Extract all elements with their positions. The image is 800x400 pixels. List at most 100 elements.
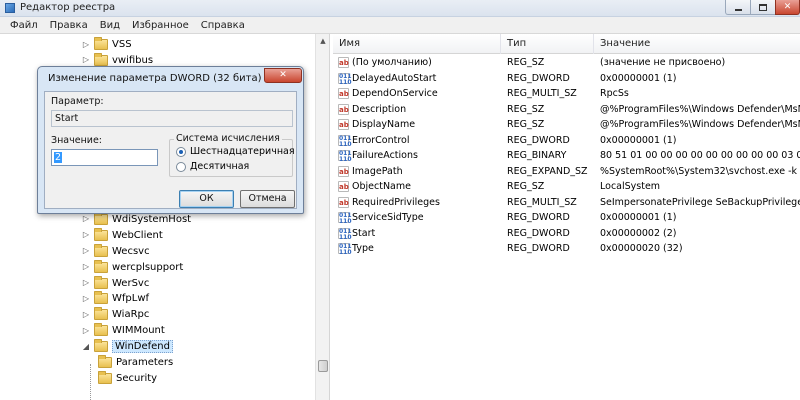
- list-row[interactable]: 011 110 ErrorControl REG_DWORD 0x00000001 (…: [333, 134, 800, 149]
- tree-item[interactable]: ▷ WfpLwf: [82, 291, 149, 306]
- minimize-button[interactable]: [725, 0, 751, 15]
- tree-item-label: WIMMount: [112, 325, 165, 337]
- tree-item[interactable]: ▷ wercplsupport: [82, 259, 184, 275]
- value-name-text: DependOnService: [352, 88, 438, 99]
- radio-hex-label: Шестнадцатеричная: [190, 146, 295, 157]
- menu-view[interactable]: Вид: [94, 20, 126, 31]
- value-name-cell: ab ObjectName: [338, 181, 503, 192]
- binary-value-icon: 011 110: [338, 150, 352, 161]
- value-name-cell: 011 110 ServiceSidType: [338, 212, 503, 223]
- column-header-type[interactable]: Тип: [501, 34, 594, 54]
- ok-button[interactable]: ОК: [179, 190, 234, 208]
- scrollbar-thumb[interactable]: [318, 360, 328, 372]
- value-data-cell: %SystemRoot%\System32\svchost.exe -k sec…: [600, 165, 800, 177]
- tree-item[interactable]: ▷ WIMMount: [82, 323, 165, 338]
- value-name-text: FailureActions: [352, 150, 418, 161]
- value-data-cell: 0x00000001 (1): [600, 134, 677, 146]
- list-row[interactable]: 011 110 FailureActions REG_BINARY 80 51 01 …: [333, 149, 800, 164]
- tree-item-label: Parameters: [116, 357, 174, 368]
- expand-arrow-icon[interactable]: ▷: [82, 215, 90, 223]
- tree-item[interactable]: ▷ Wecsvc: [82, 243, 150, 259]
- list-row[interactable]: ab ObjectName REG_SZ LocalSystem: [333, 180, 800, 195]
- collapse-arrow-icon[interactable]: ◢: [82, 342, 90, 351]
- folder-icon: [94, 323, 108, 337]
- value-data-input[interactable]: 2: [51, 149, 158, 166]
- list-row[interactable]: ab DisplayName REG_SZ @%ProgramFiles%\Windo…: [333, 118, 800, 133]
- expand-arrow-icon[interactable]: ▷: [82, 310, 90, 319]
- dialog-body: Параметр: Start Значение: 2 Система исчи…: [44, 91, 297, 209]
- radio-dec[interactable]: [176, 161, 186, 172]
- folder-icon: [94, 52, 108, 66]
- tree-item-label: wercplsupport: [112, 261, 184, 273]
- tree-item-label: VSS: [112, 39, 132, 50]
- list-header: Имя Тип Значение: [333, 34, 800, 54]
- menu-edit[interactable]: Правка: [44, 20, 94, 31]
- value-data-cell: @%ProgramFiles%\Windows Defender\MsMpRes: [600, 103, 800, 115]
- column-header-name[interactable]: Имя: [333, 34, 501, 54]
- expand-arrow-icon[interactable]: ▷: [82, 247, 90, 255]
- value-type-cell: REG_SZ: [507, 57, 545, 68]
- list-row[interactable]: ab ImagePath REG_EXPAND_SZ %SystemRoot%\Sys…: [333, 165, 800, 180]
- list-row[interactable]: 011 110 DelayedAutoStart REG_DWORD 0x000000…: [333, 72, 800, 87]
- expand-arrow-icon[interactable]: ▷: [82, 294, 90, 303]
- binary-value-icon: 011 110: [338, 134, 352, 146]
- tree-item[interactable]: ▷ WiaRpc: [82, 307, 149, 322]
- values-list[interactable]: Имя Тип Значение ab (По умолчанию) REG_SZ(…: [333, 34, 800, 400]
- list-row[interactable]: ab DependOnService REG_MULTI_SZ RpcSs: [333, 87, 800, 102]
- value-type-cell: REG_SZ: [507, 103, 545, 115]
- maximize-button[interactable]: [750, 0, 776, 15]
- value-data-cell: @%ProgramFiles%\Windows Defender\MsMpRes: [600, 119, 800, 130]
- radio-hex-option[interactable]: Шестнадцатеричная: [176, 146, 295, 157]
- value-type-cell: REG_MULTI_SZ: [507, 88, 577, 99]
- value-name-cell: ab RequiredPrivileges: [338, 196, 503, 208]
- string-value-icon: ab: [338, 165, 349, 177]
- window-close-button[interactable]: ✕: [775, 0, 800, 15]
- radio-hex[interactable]: [176, 146, 186, 157]
- menu-file[interactable]: Файл: [4, 20, 44, 31]
- list-row[interactable]: ab RequiredPrivileges REG_MULTI_SZ SeImpers…: [333, 196, 800, 211]
- expand-arrow-icon[interactable]: ▷: [82, 279, 90, 287]
- list-row[interactable]: ab Description REG_SZ @%ProgramFiles%\Windo…: [333, 103, 800, 118]
- folder-icon: [94, 275, 108, 289]
- binary-value-icon: 011 110: [338, 212, 352, 223]
- list-row[interactable]: ab (По умолчанию) REG_SZ (значение не присв…: [333, 56, 800, 71]
- list-row[interactable]: 011 110 ServiceSidType REG_DWORD 0x00000001…: [333, 211, 800, 226]
- value-name-text: Type: [352, 243, 374, 254]
- tree-item[interactable]: ▷ VSS: [82, 37, 132, 52]
- menu-favorites[interactable]: Избранное: [126, 20, 195, 31]
- tree-item[interactable]: ▷ WebClient: [82, 227, 163, 243]
- tree-item[interactable]: ▷ WerSvc: [82, 275, 149, 291]
- expand-arrow-icon[interactable]: ▷: [82, 326, 90, 335]
- string-value-icon: ab: [338, 57, 349, 68]
- expand-arrow-icon[interactable]: ▷: [82, 56, 90, 64]
- list-row[interactable]: 011 110 Type REG_DWORD 0x00000020 (32): [333, 242, 800, 257]
- scroll-up-arrow-icon[interactable]: ▲: [316, 34, 330, 48]
- tree-item[interactable]: Parameters: [98, 355, 173, 370]
- base-groupbox: Система исчисления Шестнадцатеричная Дес…: [169, 133, 295, 177]
- folder-icon: [94, 339, 108, 353]
- tree-item[interactable]: Security: [98, 370, 157, 386]
- expand-arrow-icon[interactable]: ▷: [82, 40, 90, 49]
- close-icon: ✕: [279, 70, 287, 80]
- value-name-cell: ab Description: [338, 103, 503, 115]
- string-value-icon: ab: [338, 88, 349, 99]
- menu-help[interactable]: Справка: [195, 20, 251, 31]
- expand-arrow-icon[interactable]: ▷: [82, 231, 90, 239]
- dialog-title: Изменение параметра DWORD (32 бита): [48, 73, 262, 84]
- tree-item[interactable]: ◢ WinDefend: [82, 339, 173, 354]
- column-header-value[interactable]: Значение: [594, 34, 800, 54]
- tree-item-label: WfpLwf: [112, 293, 150, 305]
- tree-item[interactable]: ▷ WdiSystemHost: [82, 211, 191, 227]
- tree-scrollbar[interactable]: ▲: [315, 34, 329, 400]
- radio-dec-option[interactable]: Десятичная: [176, 161, 249, 172]
- value-data-cell: LocalSystem: [600, 181, 661, 192]
- dialog-close-button[interactable]: ✕: [264, 68, 302, 83]
- cancel-button[interactable]: Отмена: [240, 190, 295, 208]
- title-bar: Редактор реестра ✕: [0, 0, 800, 17]
- value-data-text: 2: [54, 152, 63, 163]
- folder-icon: [98, 370, 112, 384]
- value-name-cell: 011 110 Start: [338, 227, 503, 239]
- menu-bar: Файл Правка Вид Избранное Справка: [0, 17, 800, 34]
- expand-arrow-icon[interactable]: ▷: [82, 263, 90, 271]
- list-row[interactable]: 011 110 Start REG_DWORD 0x00000002 (2): [333, 227, 800, 242]
